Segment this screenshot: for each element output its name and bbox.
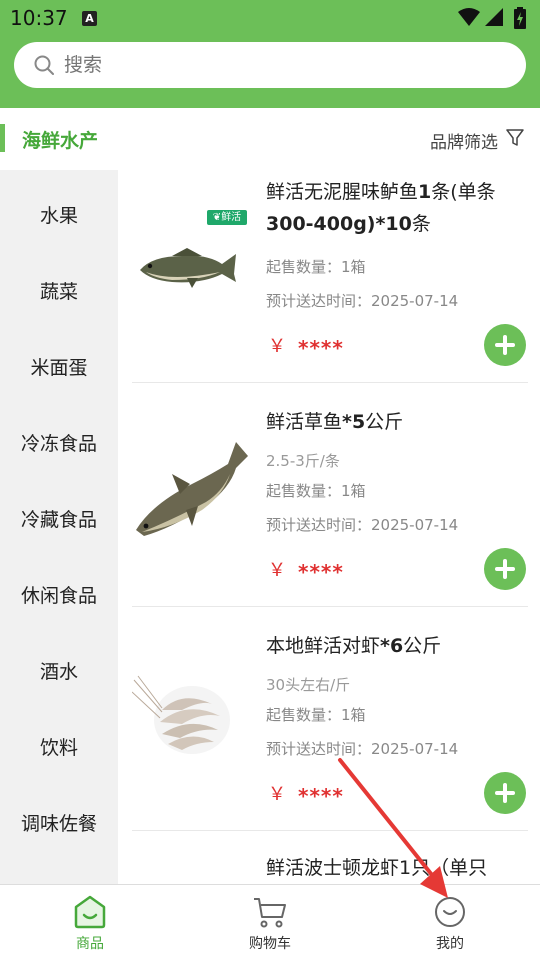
product-name-part: *6	[380, 635, 404, 657]
delivery-date: 预计送达时间：2025-07-14	[266, 292, 459, 310]
fresh-tag: ❦鲜活	[207, 210, 247, 225]
nav-label: 我的	[436, 936, 464, 952]
divider	[132, 830, 528, 831]
current-category: 海鲜水产	[22, 130, 99, 152]
product-name-part: 300-400g)*10	[266, 213, 412, 235]
price-currency: ￥	[268, 784, 286, 805]
product-name-part: 公斤	[365, 411, 404, 433]
battery-icon	[514, 7, 526, 29]
price-value: ****	[298, 784, 344, 808]
nav-label: 购物车	[249, 936, 291, 952]
product-name-part: 条	[411, 213, 431, 235]
category-sidebar: 水果 蔬菜 米面蛋 冷冻食品 冷藏食品 休闲食品 酒水 饮料 调味佐餐	[0, 170, 118, 884]
search-bar[interactable]	[14, 42, 526, 88]
sidebar-item-chilled-food[interactable]: 冷藏食品	[0, 482, 118, 558]
cart-icon	[254, 898, 286, 928]
filter-icon	[506, 129, 524, 146]
min-order-qty: 起售数量：1箱	[266, 706, 366, 724]
sidebar-item-rice-noodles-eggs[interactable]: 米面蛋	[0, 330, 118, 406]
add-to-cart-button[interactable]	[484, 548, 526, 590]
min-order-qty: 起售数量：1箱	[266, 258, 366, 276]
product-spec: 30头左右/斤	[266, 676, 351, 694]
sidebar-item-vegetables[interactable]: 蔬菜	[0, 254, 118, 330]
category-indicator	[0, 124, 5, 152]
header: 10:37 A	[0, 0, 540, 108]
bottom-nav: 商品 购物车 我的	[0, 884, 540, 960]
min-order-qty: 起售数量：1箱	[266, 482, 366, 500]
sidebar-item-fruit[interactable]: 水果	[0, 178, 118, 254]
price-currency: ￥	[268, 336, 286, 357]
sidebar-item-alcohol[interactable]: 酒水	[0, 634, 118, 710]
wifi-icon	[458, 8, 480, 26]
price-currency: ￥	[268, 560, 286, 581]
delivery-date: 预计送达时间：2025-07-14	[266, 516, 459, 534]
product-name: 鲜活无泥腥味鲈鱼1条(单条 300-400g)*10条	[266, 176, 522, 240]
product-spec: 2.5-3斤/条	[266, 452, 340, 470]
shop-icon	[74, 895, 106, 929]
nav-tab-products[interactable]: 商品	[0, 885, 180, 960]
product-name-part: 鲜活无泥腥味鲈鱼	[266, 181, 419, 203]
product-name: 鲜活草鱼*5公斤	[266, 406, 522, 438]
add-to-cart-button[interactable]	[484, 324, 526, 366]
product-name-part: 公斤	[403, 635, 442, 657]
product-name-part: 本地鲜活对虾	[266, 635, 381, 657]
profile-icon	[435, 897, 465, 927]
brand-filter-button[interactable]: 品牌筛选	[430, 128, 524, 153]
product-name: 本地鲜活对虾*6公斤	[266, 630, 522, 662]
price-value: ****	[298, 560, 344, 584]
product-card[interactable]: ❦鲜活 鲜活无泥腥味鲈鱼1条(单条 300-400g)*10条 起售数量：1箱 预…	[132, 170, 528, 394]
sidebar-item-frozen-food[interactable]: 冷冻食品	[0, 406, 118, 482]
product-name-part: 1	[418, 181, 432, 203]
delivery-date: 预计送达时间：2025-07-14	[266, 740, 459, 758]
product-name-part: 条(单条	[431, 181, 496, 203]
notification-icon: A	[82, 11, 97, 26]
product-name-part: 鲜活草鱼	[266, 411, 343, 433]
sidebar-item-condiments[interactable]: 调味佐餐	[0, 786, 118, 862]
nav-tab-profile[interactable]: 我的	[360, 885, 540, 960]
status-time: 10:37	[10, 6, 68, 30]
price-value: ****	[298, 336, 344, 360]
search-input[interactable]	[64, 42, 504, 88]
leaf-icon: ❦	[212, 212, 222, 223]
divider	[132, 382, 528, 383]
product-card[interactable]: 鲜活波士顿龙虾1只（单只	[132, 842, 528, 884]
status-icons	[458, 7, 530, 29]
status-bar: 10:37 A	[0, 0, 540, 36]
fresh-tag-label: 鲜活	[221, 212, 242, 223]
nav-label: 商品	[76, 936, 104, 952]
product-name-part: *5	[342, 411, 366, 433]
product-name: 鲜活波士顿龙虾1只（单只	[266, 857, 488, 879]
prawn-image	[132, 675, 230, 754]
divider	[132, 606, 528, 607]
product-card[interactable]: 鲜活草鱼*5公斤 2.5-3斤/条 起售数量：1箱 预计送达时间：2025-07…	[132, 394, 528, 618]
add-to-cart-button[interactable]	[484, 772, 526, 814]
product-card[interactable]: 本地鲜活对虾*6公斤 30头左右/斤 起售数量：1箱 预计送达时间：2025-0…	[132, 618, 528, 842]
bass-fish-image	[140, 248, 236, 288]
sidebar-item-beverages[interactable]: 饮料	[0, 710, 118, 786]
search-icon	[34, 55, 54, 75]
sidebar-item-snacks[interactable]: 休闲食品	[0, 558, 118, 634]
grass-carp-image	[136, 442, 248, 536]
nav-tab-cart[interactable]: 购物车	[180, 885, 360, 960]
app-screen: 10:37 A 搜索 海鲜水产 品牌筛选 水果 蔬菜 米面蛋 冷冻食品 冷藏食品…	[0, 0, 540, 960]
signal-icon	[485, 8, 503, 26]
